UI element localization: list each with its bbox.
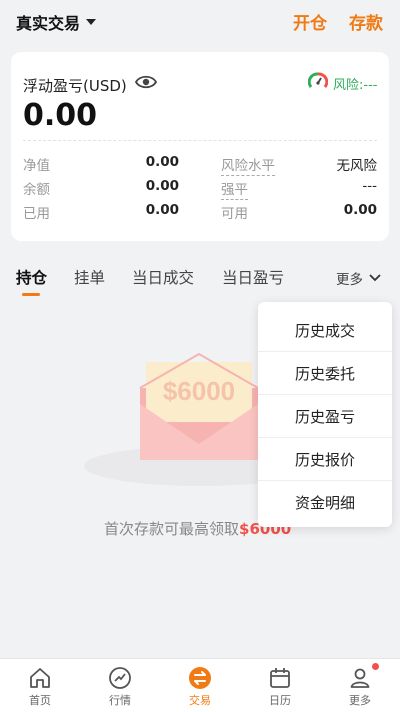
floating-pl-value: 0.00 — [23, 98, 98, 133]
available-value: 0.00 — [343, 202, 377, 218]
nav-trade[interactable]: 交易 — [160, 659, 240, 712]
open-position-button[interactable]: 开仓 — [293, 9, 327, 34]
nav-home-label: 首页 — [29, 694, 51, 707]
chevron-down-icon — [369, 274, 381, 282]
risk-level-label[interactable]: 风险水平 — [221, 154, 275, 176]
nav-market[interactable]: 行情 — [80, 659, 160, 712]
risk-status: 风险:--- — [333, 78, 378, 93]
position-tabs: 持仓 挂单 当日成交 当日盈亏 更多 — [0, 256, 400, 298]
menu-item-fund-details[interactable]: 资金明细 — [258, 481, 392, 524]
nav-home[interactable]: 首页 — [0, 659, 80, 712]
menu-item-history-pl[interactable]: 历史盈亏 — [258, 395, 392, 438]
used-label: 已用 — [23, 206, 50, 222]
account-summary-card: 浮动盈亏(USD) 风险:--- 0.00 净值 0.00 余额 0.00 已用… — [11, 52, 389, 241]
tab-today-deals[interactable]: 当日成交 — [132, 266, 194, 288]
more-tabs-toggle[interactable]: 更多 — [336, 268, 381, 288]
risk-gauge-icon — [308, 72, 328, 88]
available-label: 可用 — [221, 206, 248, 222]
menu-item-history-orders[interactable]: 历史委托 — [258, 352, 392, 395]
net-value-label: 净值 — [23, 158, 50, 174]
deposit-button[interactable]: 存款 — [349, 9, 383, 34]
menu-item-history-deals[interactable]: 历史成交 — [258, 309, 392, 352]
used-value: 0.00 — [145, 202, 179, 218]
nav-calendar[interactable]: 日历 — [240, 659, 320, 712]
liquidation-label[interactable]: 强平 — [221, 178, 248, 200]
home-icon — [30, 668, 50, 688]
envelope-amount: $6000 — [163, 376, 235, 406]
floating-pl-label: 浮动盈亏(USD) — [23, 77, 127, 95]
balance-label: 余额 — [23, 182, 50, 198]
nav-more[interactable]: 更多 — [320, 659, 400, 712]
promo-text-prefix: 首次存款可最高领取 — [104, 520, 240, 538]
risk-level-value: 无风险 — [336, 158, 378, 174]
balance-value: 0.00 — [145, 178, 179, 194]
liquidation-value: --- — [362, 178, 377, 194]
user-icon — [350, 668, 370, 688]
calendar-icon — [270, 668, 290, 688]
exchange-icon — [189, 667, 211, 689]
tab-today-pl[interactable]: 当日盈亏 — [222, 266, 284, 288]
caret-down-icon — [86, 19, 97, 25]
nav-trade-label: 交易 — [189, 694, 211, 707]
nav-more-label: 更多 — [349, 694, 371, 707]
account-title: 真实交易 — [16, 14, 81, 33]
account-type-selector[interactable]: 真实交易 — [16, 10, 97, 34]
tab-positions[interactable]: 持仓 — [16, 266, 47, 288]
menu-item-history-quotes[interactable]: 历史报价 — [258, 438, 392, 481]
more-dropdown-menu: 历史成交 历史委托 历史盈亏 历史报价 资金明细 — [258, 302, 392, 527]
net-value: 0.00 — [145, 154, 179, 170]
top-bar: 真实交易 开仓 存款 — [0, 0, 400, 44]
notification-dot — [372, 663, 379, 670]
eye-icon[interactable] — [135, 74, 157, 90]
nav-market-label: 行情 — [109, 694, 131, 707]
tab-orders[interactable]: 挂单 — [74, 266, 105, 288]
divider — [23, 140, 377, 141]
trend-chart-icon — [109, 667, 131, 689]
tab-active-indicator — [22, 293, 40, 296]
nav-calendar-label: 日历 — [269, 694, 291, 707]
bottom-nav: 首页 行情 交易 日历 更多 — [0, 658, 400, 712]
more-tabs-label: 更多 — [336, 272, 363, 288]
